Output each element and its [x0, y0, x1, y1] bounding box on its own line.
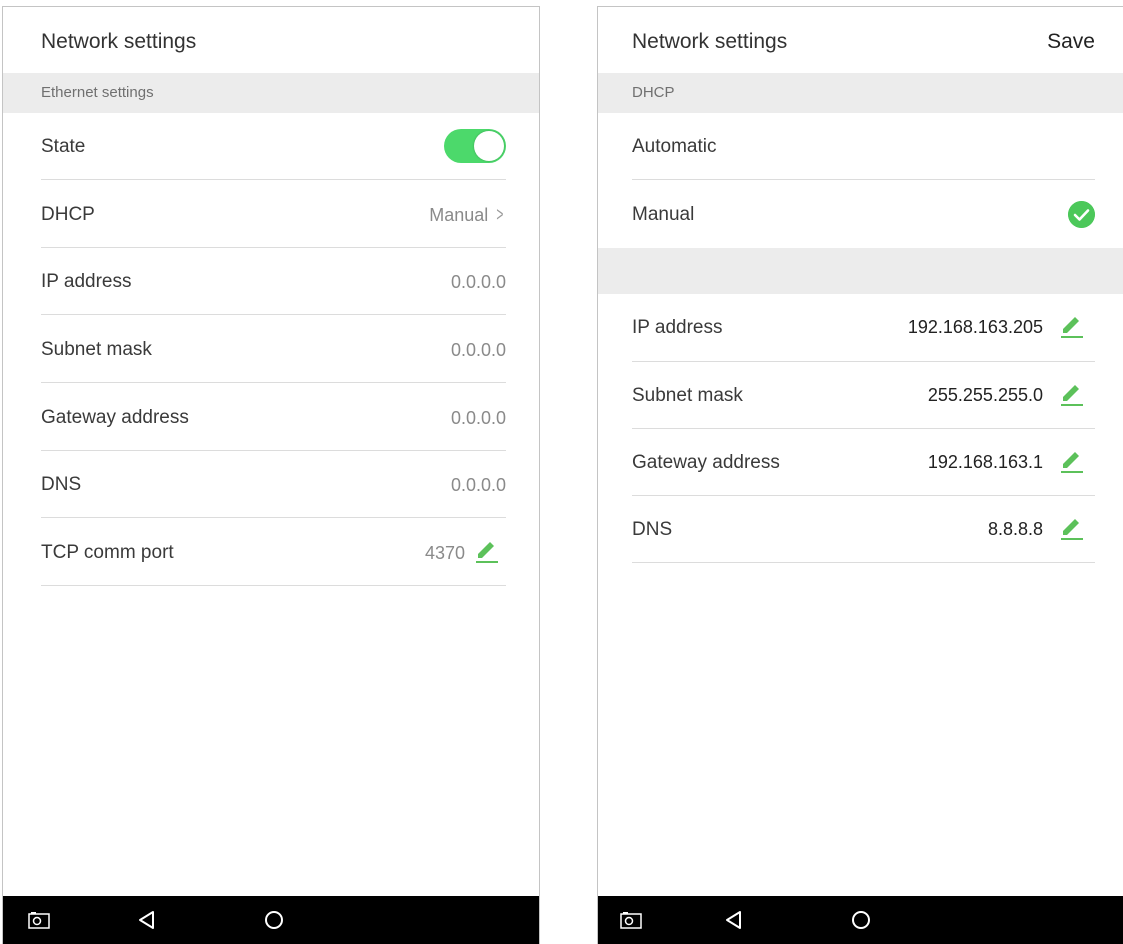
top-bar: Network settings: [3, 7, 539, 73]
dhcp-value: Manual >: [429, 205, 506, 226]
dhcp-mode-text: Manual: [429, 205, 489, 225]
option-manual[interactable]: Manual: [632, 181, 1095, 248]
pencil-icon[interactable]: [474, 538, 500, 564]
section-header-ethernet: Ethernet settings: [3, 73, 539, 113]
dns-row[interactable]: DNS 8.8.8.8: [632, 496, 1095, 563]
home-icon[interactable]: [264, 910, 284, 930]
state-toggle[interactable]: [444, 129, 506, 163]
check-circle-icon: [1068, 201, 1095, 228]
option-automatic[interactable]: Automatic: [632, 113, 1095, 180]
top-bar: Network settings Save: [598, 7, 1123, 73]
right-screen: Network settings Save DHCP Automatic Man…: [597, 6, 1123, 944]
home-icon[interactable]: [851, 910, 871, 930]
option-manual-label: Manual: [632, 204, 695, 225]
state-row[interactable]: State: [41, 113, 506, 180]
tcp-port-row[interactable]: TCP comm port 4370: [41, 519, 506, 586]
gateway-address-row[interactable]: Gateway address 0.0.0.0: [41, 384, 506, 451]
dns-label: DNS: [41, 474, 82, 495]
subnet-mask-row[interactable]: Subnet mask 0.0.0.0: [41, 316, 506, 383]
pencil-icon[interactable]: [1059, 381, 1085, 407]
gateway-address-value: 192.168.163.1: [927, 452, 1043, 472]
section-header-dhcp: DHCP: [598, 73, 1123, 113]
ip-address-row[interactable]: IP address 0.0.0.0: [41, 248, 506, 315]
save-button[interactable]: Save: [1047, 30, 1095, 54]
pencil-icon[interactable]: [1059, 515, 1085, 541]
android-nav-bar: [3, 896, 539, 944]
section-spacer: [598, 248, 1123, 294]
subnet-mask-label: Subnet mask: [41, 339, 152, 360]
page-title: Network settings: [632, 30, 788, 53]
page-title: Network settings: [41, 30, 197, 53]
ip-address-row[interactable]: IP address 192.168.163.205: [632, 294, 1095, 362]
screenshot-icon[interactable]: [620, 911, 642, 929]
back-icon[interactable]: [137, 910, 155, 930]
tcp-port-value: 4370: [424, 543, 465, 563]
dns-label: DNS: [632, 519, 673, 540]
toggle-knob: [474, 131, 504, 161]
ip-address-value: 0.0.0.0: [450, 272, 506, 292]
dns-value: 0.0.0.0: [450, 475, 506, 495]
gateway-address-label: Gateway address: [632, 452, 780, 473]
subnet-mask-row[interactable]: Subnet mask 255.255.255.0: [632, 362, 1095, 429]
ip-address-value: 192.168.163.205: [907, 317, 1043, 337]
subnet-mask-value: 0.0.0.0: [450, 340, 506, 360]
ip-address-label: IP address: [41, 271, 132, 292]
gateway-address-row[interactable]: Gateway address 192.168.163.1: [632, 429, 1095, 496]
dhcp-row[interactable]: DHCP Manual >: [41, 181, 506, 248]
chevron-right-icon: >: [496, 204, 504, 226]
gateway-address-label: Gateway address: [41, 407, 189, 428]
subnet-mask-label: Subnet mask: [632, 385, 743, 406]
back-icon[interactable]: [724, 910, 742, 930]
ip-address-label: IP address: [632, 317, 723, 338]
dhcp-label: DHCP: [41, 204, 95, 225]
gateway-address-value: 0.0.0.0: [450, 408, 506, 428]
dns-value: 8.8.8.8: [987, 519, 1043, 539]
android-nav-bar: [598, 896, 1123, 944]
state-label: State: [41, 136, 86, 157]
pencil-icon[interactable]: [1059, 448, 1085, 474]
left-screen: Network settings Ethernet settings State…: [2, 6, 540, 944]
screenshot-icon[interactable]: [28, 911, 50, 929]
option-automatic-label: Automatic: [632, 136, 717, 157]
tcp-port-label: TCP comm port: [41, 542, 174, 563]
dns-row[interactable]: DNS 0.0.0.0: [41, 451, 506, 518]
subnet-mask-value: 255.255.255.0: [927, 385, 1043, 405]
pencil-icon[interactable]: [1059, 313, 1085, 339]
